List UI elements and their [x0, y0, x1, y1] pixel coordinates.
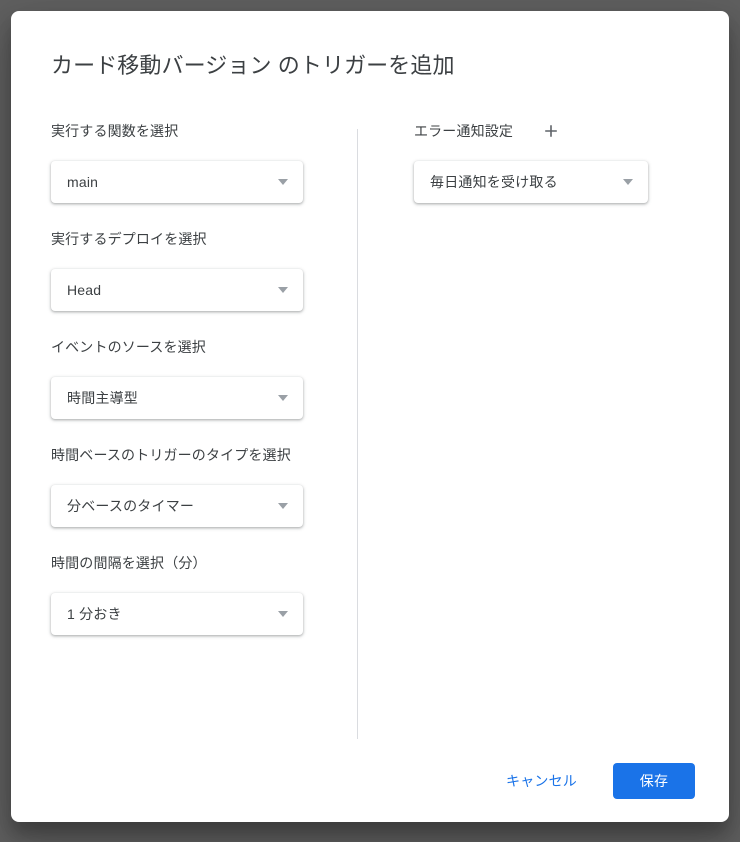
field-label-row-interval: 時間の間隔を選択（分）: [51, 551, 351, 575]
label-deployment: 実行するデプロイを選択: [51, 231, 207, 247]
field-event-source: イベントのソースを選択 時間主導型: [51, 335, 351, 419]
label-failure-notification: エラー通知設定: [414, 123, 514, 139]
function-select-value: main: [67, 174, 99, 190]
label-interval: 時間の間隔を選択（分）: [51, 555, 207, 571]
field-label-row-function: 実行する関数を選択: [51, 119, 351, 143]
failure-notification-select[interactable]: 毎日通知を受け取る: [414, 161, 648, 203]
dialog-footer: キャンセル 保存: [11, 739, 729, 822]
label-event-source: イベントのソースを選択: [51, 339, 206, 355]
column-divider: [357, 129, 358, 739]
save-button[interactable]: 保存: [613, 762, 695, 799]
field-failure-notification: エラー通知設定 毎日通知を受け取る: [414, 119, 694, 203]
right-column: エラー通知設定 毎日通知を受け取る: [414, 119, 694, 203]
field-deployment: 実行するデプロイを選択 Head: [51, 227, 351, 311]
event-source-select[interactable]: 時間主導型: [51, 377, 303, 419]
field-function: 実行する関数を選択 main: [51, 119, 351, 203]
deployment-select-value: Head: [67, 282, 102, 298]
dialog-title: カード移動バージョン のトリガーを追加: [51, 53, 455, 78]
function-select[interactable]: main: [51, 161, 303, 203]
interval-select[interactable]: 1 分おき: [51, 593, 303, 635]
label-function: 実行する関数を選択: [51, 123, 179, 139]
chevron-down-icon: [277, 392, 289, 404]
field-label-row-time-trigger-type: 時間ベースのトリガーのタイプを選択: [51, 443, 351, 467]
deployment-select[interactable]: Head: [51, 269, 303, 311]
time-trigger-type-select-value: 分ベースのタイマー: [67, 498, 195, 514]
field-interval: 時間の間隔を選択（分） 1 分おき: [51, 551, 351, 635]
chevron-down-icon: [622, 176, 634, 188]
failure-notification-select-value: 毎日通知を受け取る: [430, 174, 558, 190]
chevron-down-icon: [277, 608, 289, 620]
dialog-content: 実行する関数を選択 main 実行するデプロイを選択 Head イベントのソース…: [11, 119, 729, 739]
event-source-select-value: 時間主導型: [67, 390, 138, 406]
chevron-down-icon: [277, 500, 289, 512]
field-label-row-failure-notification: エラー通知設定: [414, 119, 694, 143]
field-label-row-event-source: イベントのソースを選択: [51, 335, 351, 359]
time-trigger-type-select[interactable]: 分ベースのタイマー: [51, 485, 303, 527]
add-trigger-dialog: カード移動バージョン のトリガーを追加 実行する関数を選択 main 実行するデ…: [11, 11, 729, 822]
field-label-row-deployment: 実行するデプロイを選択: [51, 227, 351, 251]
plus-icon[interactable]: [541, 121, 561, 141]
interval-select-value: 1 分おき: [67, 606, 122, 622]
chevron-down-icon: [277, 284, 289, 296]
cancel-button[interactable]: キャンセル: [494, 762, 589, 800]
label-time-trigger-type: 時間ベースのトリガーのタイプを選択: [51, 447, 291, 463]
field-time-trigger-type: 時間ベースのトリガーのタイプを選択 分ベースのタイマー: [51, 443, 351, 527]
chevron-down-icon: [277, 176, 289, 188]
left-column: 実行する関数を選択 main 実行するデプロイを選択 Head イベントのソース…: [51, 119, 351, 635]
